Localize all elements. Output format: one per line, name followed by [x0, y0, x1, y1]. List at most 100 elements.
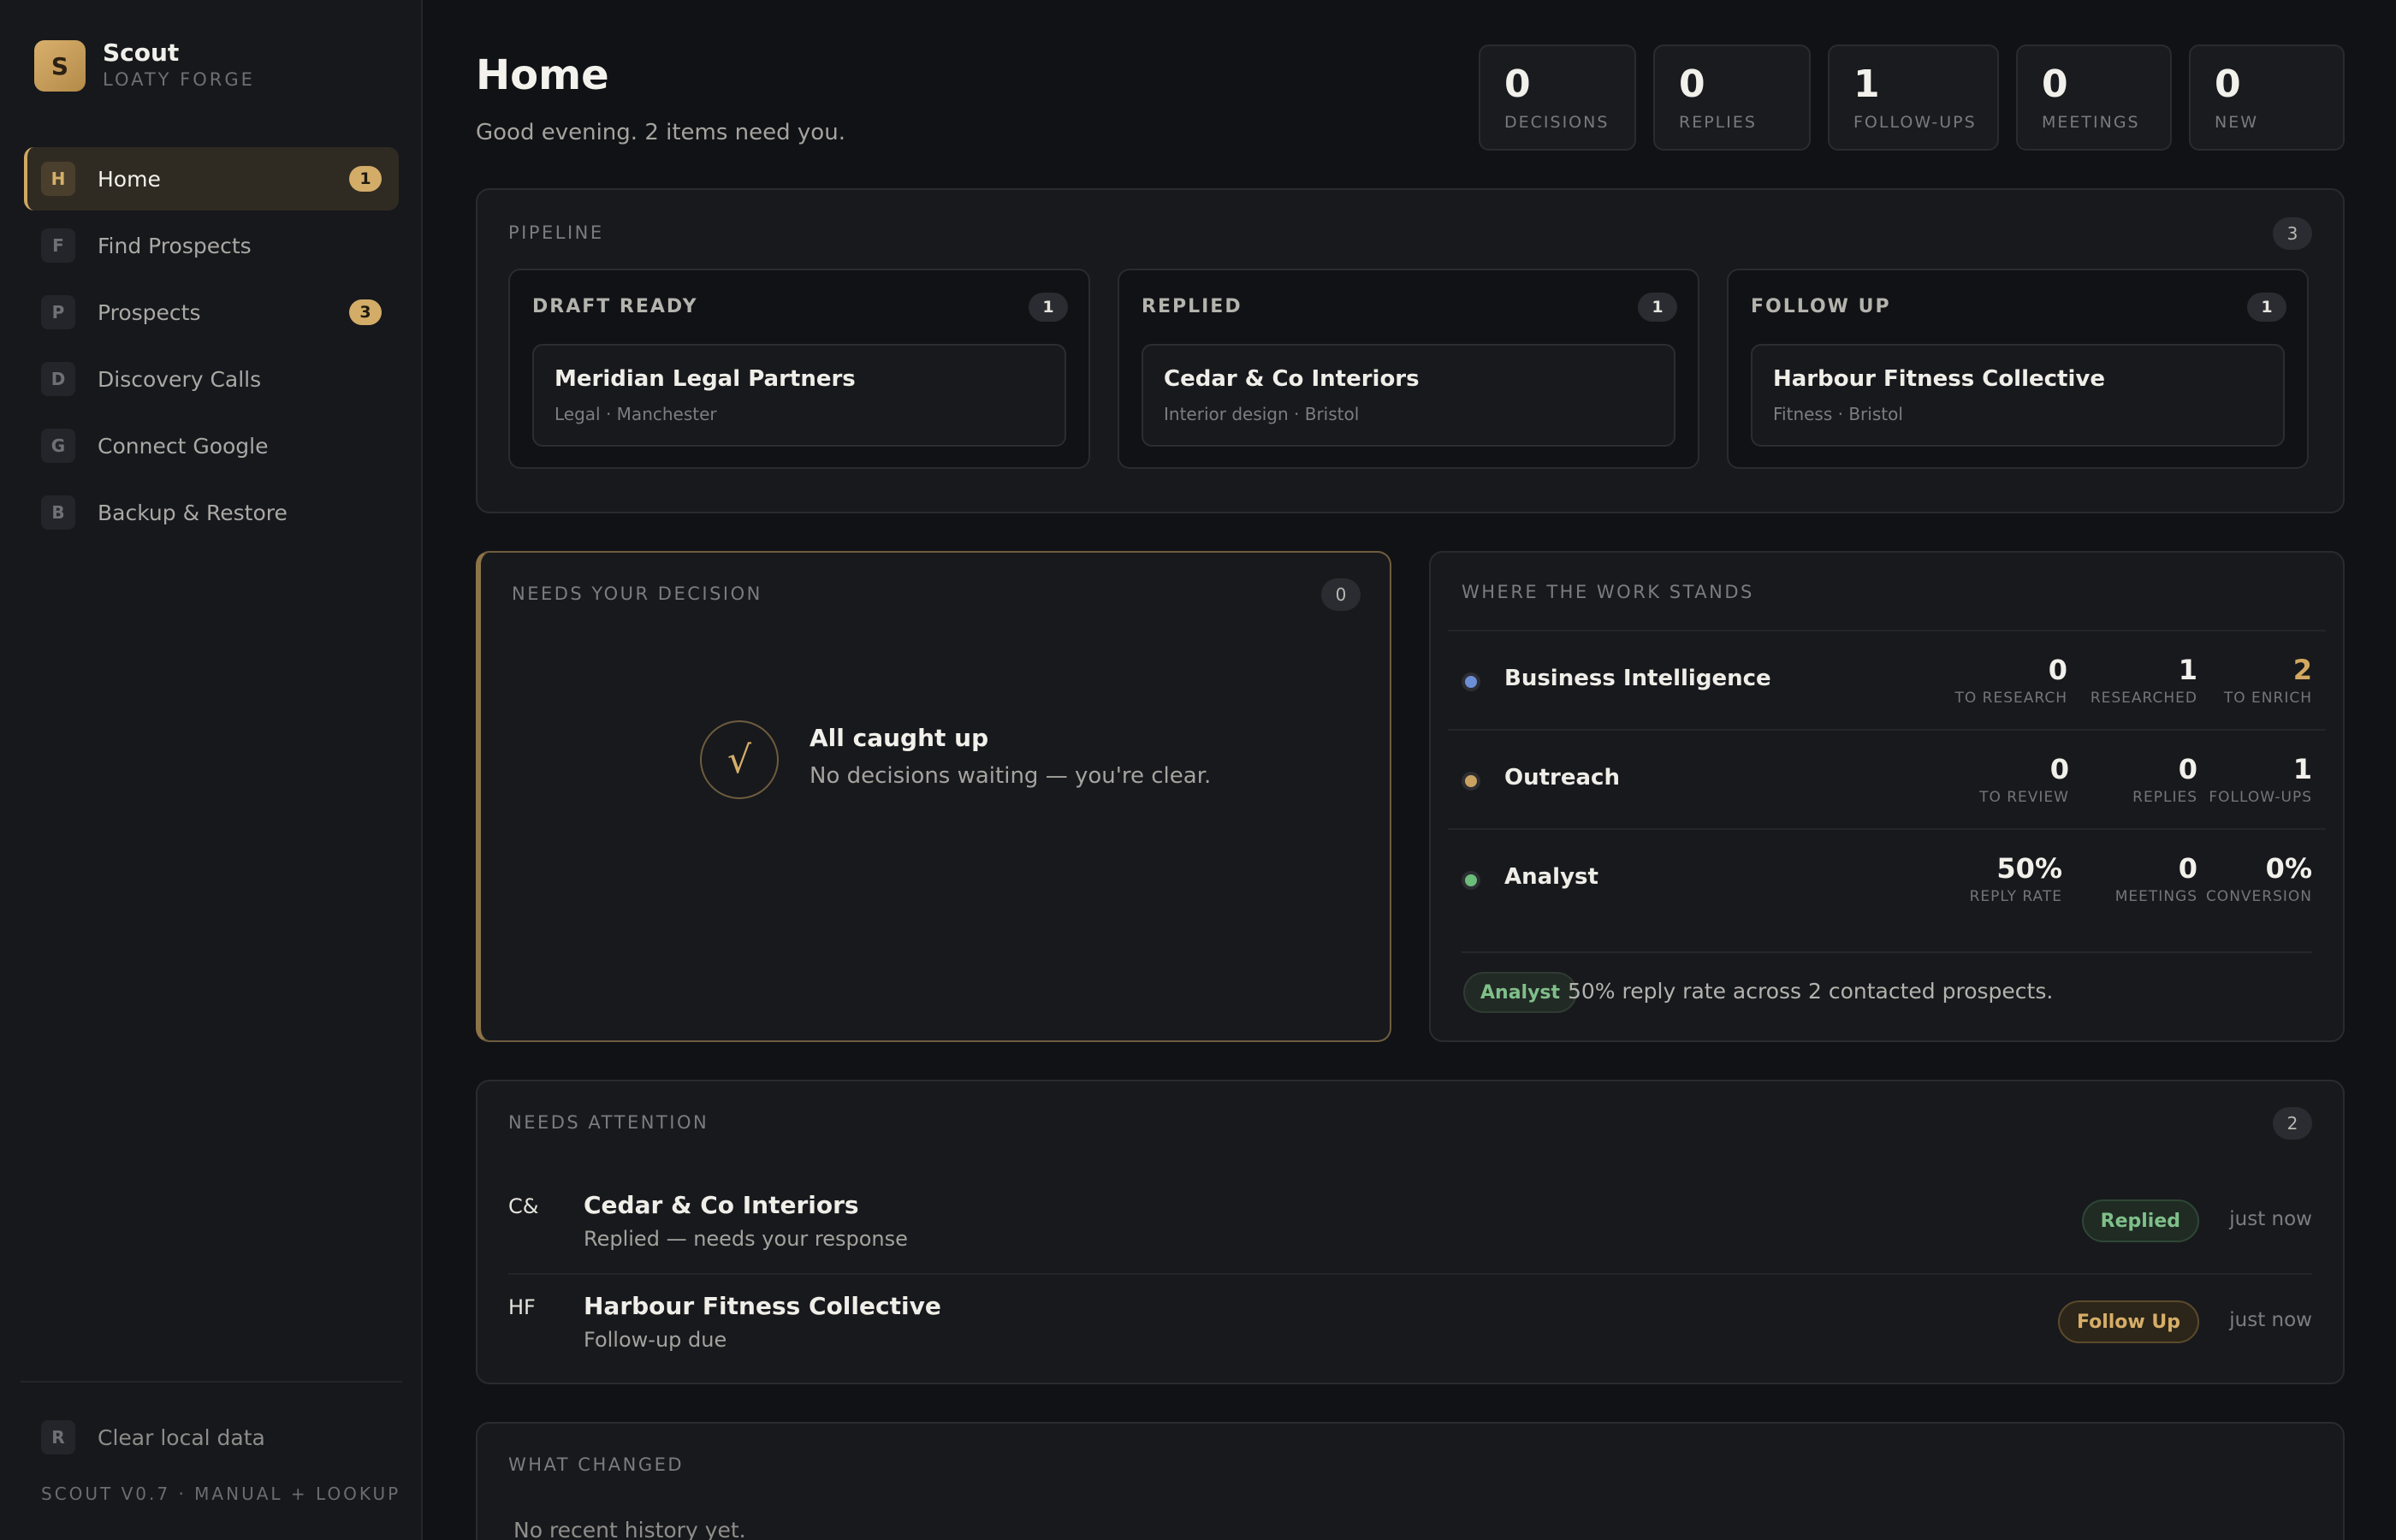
work-row-outreach[interactable]: Outreach 0 TO REVIEW 0 REPLIES 1 FOLLOW-…	[1448, 729, 2326, 828]
status-dot-icon	[1462, 772, 1480, 791]
prospect-card[interactable]: Harbour Fitness Collective Fitness · Bri…	[1751, 344, 2285, 447]
metric-label: TO REVIEW	[1979, 789, 2069, 806]
metric-label: REPLIES	[2132, 789, 2197, 806]
work-row-name: Business Intelligence	[1504, 666, 1771, 691]
prospect-meta: Interior design · Bristol	[1164, 404, 1360, 424]
stat-value: 0	[1679, 62, 1705, 106]
sidebar: S Scout LOATY FORGE H Home 1 F Find Pros…	[0, 0, 423, 1540]
pipeline-column-count: 1	[2247, 293, 2286, 322]
work-status-title: WHERE THE WORK STANDS	[1462, 582, 1754, 602]
stat-label: MEETINGS	[2042, 113, 2140, 132]
stats-bar: 0 DECISIONS 0 REPLIES 1 FOLLOW-UPS 0 MEE…	[1479, 44, 2345, 151]
metric-label: TO RESEARCH	[1954, 690, 2067, 707]
stat-value: 1	[1853, 62, 1880, 106]
status-badge: Replied	[2081, 1199, 2199, 1242]
prospect-card[interactable]: Cedar & Co Interiors Interior design · B…	[1142, 344, 1675, 447]
stat-label: FOLLOW-UPS	[1853, 113, 1977, 132]
stat-new[interactable]: 0 NEW	[2189, 44, 2345, 151]
pipeline-title: PIPELINE	[508, 222, 604, 243]
pipeline-column-label: FOLLOW UP	[1751, 296, 1891, 317]
sidebar-nav: H Home 1 F Find Prospects P Prospects 3 …	[24, 147, 399, 548]
sidebar-item-find-prospects[interactable]: F Find Prospects	[24, 214, 399, 277]
metric: 0 TO REVIEW	[1979, 753, 2069, 806]
prospect-card[interactable]: Meridian Legal Partners Legal · Manchest…	[532, 344, 1066, 447]
history-title: WHAT CHANGED	[508, 1454, 685, 1475]
pipeline-column-count: 1	[1029, 293, 1068, 322]
sidebar-item-home[interactable]: H Home 1	[24, 147, 399, 210]
prospect-name: Meridian Legal Partners	[555, 366, 856, 392]
analyst-tag: Analyst	[1463, 972, 1578, 1013]
work-row-business-intelligence[interactable]: Business Intelligence 0 TO RESEARCH 1 RE…	[1448, 630, 2326, 729]
sidebar-item-label: Backup & Restore	[98, 500, 288, 525]
prospect-meta: Fitness · Bristol	[1773, 404, 1903, 424]
sidebar-divider	[21, 1381, 402, 1383]
metric: 50% REPLY RATE	[1970, 852, 2062, 905]
sidebar-item-prospects[interactable]: P Prospects 3	[24, 281, 399, 344]
prospect-meta: Legal · Manchester	[555, 404, 717, 424]
history-empty: No recent history yet.	[513, 1518, 746, 1540]
stat-label: NEW	[2215, 113, 2259, 132]
sidebar-item-label: Prospects	[98, 299, 201, 325]
metric-value: 0	[2049, 753, 2069, 785]
metric: 1 FOLLOW-UPS	[2209, 753, 2312, 806]
attention-row[interactable]: HF Harbour Fitness Collective Follow-up …	[508, 1273, 2312, 1372]
divider	[1462, 951, 2312, 953]
stat-value: 0	[2042, 62, 2068, 106]
attention-name: Cedar & Co Interiors	[584, 1191, 859, 1219]
stat-meetings[interactable]: 0 MEETINGS	[2016, 44, 2172, 151]
attention-description: Replied — needs your response	[584, 1227, 908, 1251]
page-subtitle: Good evening. 2 items need you.	[476, 120, 845, 145]
stat-decisions[interactable]: 0 DECISIONS	[1479, 44, 1636, 151]
brand-org: LOATY FORGE	[103, 69, 255, 90]
metric-value: 1	[2178, 654, 2197, 686]
sidebar-item-discovery-calls[interactable]: D Discovery Calls	[24, 347, 399, 411]
pipeline-column-replied: REPLIED 1 Cedar & Co Interiors Interior …	[1118, 269, 1699, 469]
attention-description: Follow-up due	[584, 1328, 727, 1352]
backup-restore-key-icon: B	[41, 495, 75, 530]
status-dot-icon	[1462, 672, 1480, 691]
metric: 0 REPLIES	[2132, 753, 2197, 806]
metric-value: 50%	[1996, 852, 2062, 885]
analyst-summary: 50% reply rate across 2 contacted prospe…	[1568, 979, 2054, 1004]
attention-row[interactable]: C& Cedar & Co Interiors Replied — needs …	[508, 1174, 2312, 1273]
stat-replies[interactable]: 0 REPLIES	[1653, 44, 1811, 151]
metric-value: 0	[2048, 654, 2067, 686]
metric: 1 RESEARCHED	[2091, 654, 2197, 707]
sidebar-badge: 3	[349, 299, 382, 325]
sidebar-item-backup-restore[interactable]: B Backup & Restore	[24, 481, 399, 544]
avatar: C&	[508, 1194, 539, 1218]
work-row-name: Analyst	[1504, 864, 1598, 890]
brand-logo: S	[34, 40, 86, 92]
timestamp: just now	[2229, 1208, 2312, 1230]
page-title: Home	[476, 51, 609, 99]
brand[interactable]: S Scout LOATY FORGE	[34, 39, 255, 92]
prospect-name: Cedar & Co Interiors	[1164, 366, 1420, 392]
sidebar-item-connect-google[interactable]: G Connect Google	[24, 414, 399, 477]
pipeline-panel: PIPELINE 3 DRAFT READY 1 Meridian Legal …	[476, 188, 2345, 513]
metric: 0% CONVERSION	[2206, 852, 2312, 905]
stat-value: 0	[2215, 62, 2241, 106]
metric: 0 MEETINGS	[2115, 852, 2197, 905]
clear-local-data-button[interactable]: R Clear local data	[41, 1420, 265, 1454]
metric-value: 0	[2178, 852, 2197, 885]
metric-label: REPLY RATE	[1969, 888, 2062, 905]
metric-value: 2	[2292, 654, 2312, 686]
home-key-icon: H	[41, 162, 75, 196]
work-row-name: Outreach	[1504, 765, 1620, 791]
metric-label: TO ENRICH	[2223, 690, 2312, 707]
status-badge: Follow Up	[2057, 1300, 2199, 1343]
attention-name: Harbour Fitness Collective	[584, 1292, 941, 1320]
metric: 0 TO RESEARCH	[1954, 654, 2067, 707]
pipeline-column-follow-up: FOLLOW UP 1 Harbour Fitness Collective F…	[1727, 269, 2309, 469]
stat-label: REPLIES	[1679, 113, 1757, 132]
prospect-name: Harbour Fitness Collective	[1773, 366, 2105, 392]
sidebar-badge: 1	[349, 166, 382, 192]
brand-name: Scout	[103, 38, 180, 67]
metric-value: 0%	[2265, 852, 2312, 885]
stat-follow-ups[interactable]: 1 FOLLOW-UPS	[1828, 44, 1999, 151]
sidebar-item-label: Find Prospects	[98, 233, 252, 258]
connect-google-key-icon: G	[41, 429, 75, 463]
discovery-calls-key-icon: D	[41, 362, 75, 396]
work-row-analyst[interactable]: Analyst 50% REPLY RATE 0 MEETINGS 0% CON…	[1448, 828, 2326, 927]
app-version: SCOUT V0.7 · MANUAL + LOOKUP	[41, 1484, 401, 1504]
